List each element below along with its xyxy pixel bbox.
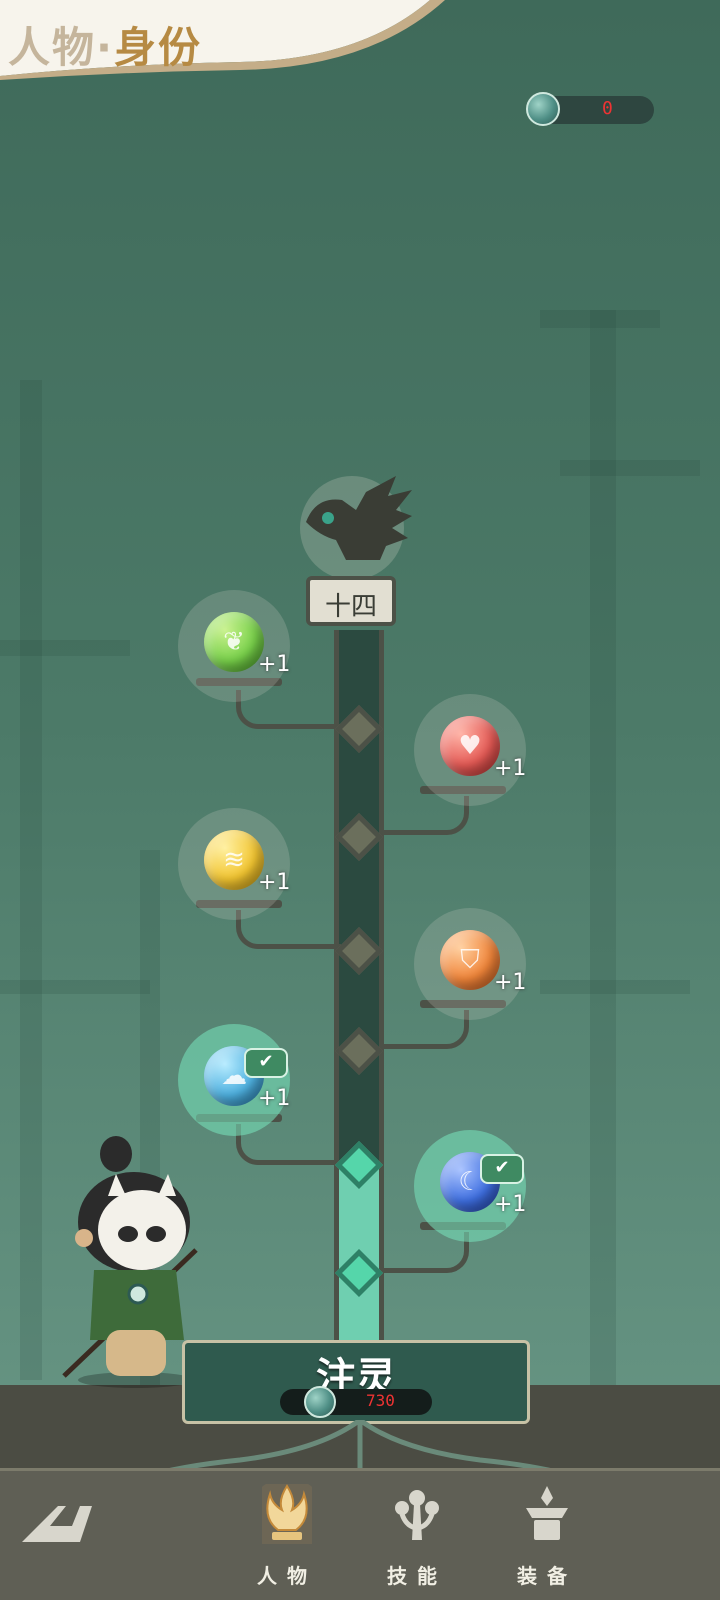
cost-value: 730 xyxy=(366,1391,395,1410)
background-pillar xyxy=(540,310,660,328)
orb-slot-claw[interactable]: ≋ +1 xyxy=(178,808,290,920)
jade-coin-icon xyxy=(304,1386,336,1418)
unlocked-check-icon: ✔ xyxy=(244,1048,288,1078)
identity-screen: 人物·身份 0 十四 ❦ +1 ♥ +1 ≋ +1 ⛉ +1 ☁ +1 ✔ ☾ … xyxy=(0,0,720,1600)
skill-branch-icon xyxy=(395,1490,439,1540)
bonus-label: +1 xyxy=(494,756,527,781)
claw-orb-icon: ≋ xyxy=(204,830,264,890)
leaf-orb-icon: ❦ xyxy=(204,612,264,672)
tree-crown xyxy=(296,470,416,580)
bonus-label: +1 xyxy=(258,652,291,677)
heart-orb-icon: ♥ xyxy=(440,716,500,776)
background-pillar xyxy=(0,980,150,994)
bonus-label: +1 xyxy=(494,1192,527,1217)
equipment-anvil-icon xyxy=(526,1486,568,1540)
orb-slot-heart[interactable]: ♥ +1 xyxy=(414,694,526,806)
bottom-nav-bar xyxy=(0,1468,720,1600)
bonus-label: +1 xyxy=(258,870,291,895)
level-plaque: 十四 xyxy=(306,576,396,626)
infuse-cost: 730 xyxy=(280,1386,432,1418)
background-pillar xyxy=(0,640,130,656)
orb-slot-leaf[interactable]: ❦ +1 xyxy=(178,590,290,702)
orb-slot-wind[interactable]: ☁ +1 ✔ xyxy=(178,1024,290,1136)
orb-slot-shield[interactable]: ⛉ +1 xyxy=(414,908,526,1020)
unlocked-check-icon: ✔ xyxy=(480,1154,524,1184)
currency-display: 0 xyxy=(526,92,654,126)
jade-coin-icon xyxy=(526,92,560,126)
nav-tab-equipment[interactable]: 装备 xyxy=(502,1478,592,1590)
page-title: 人物·身份 xyxy=(8,23,202,72)
character-flame-icon xyxy=(262,1484,312,1544)
shield-orb-icon: ⛉ xyxy=(440,930,500,990)
back-arrow-icon[interactable] xyxy=(18,1498,98,1546)
nav-tab-skill[interactable]: 技能 xyxy=(372,1478,462,1590)
nav-label-character: 人物 xyxy=(257,1564,317,1588)
background-pillar xyxy=(20,380,42,1380)
nav-tab-character[interactable]: 人物 xyxy=(242,1478,332,1590)
bonus-label: +1 xyxy=(494,970,527,995)
orb-slot-moon[interactable]: ☾ +1 ✔ xyxy=(414,1130,526,1242)
bird-totem-icon xyxy=(300,476,412,580)
level-text: 十四 xyxy=(324,592,377,622)
nav-label-skill: 技能 xyxy=(387,1564,447,1588)
nav-label-equipment: 装备 xyxy=(517,1564,577,1588)
background-pillar xyxy=(560,460,700,476)
background-pillar xyxy=(540,980,690,994)
bonus-label: +1 xyxy=(258,1086,291,1111)
currency-value: 0 xyxy=(602,98,613,119)
infuse-button[interactable]: 注灵 730 xyxy=(182,1340,530,1424)
